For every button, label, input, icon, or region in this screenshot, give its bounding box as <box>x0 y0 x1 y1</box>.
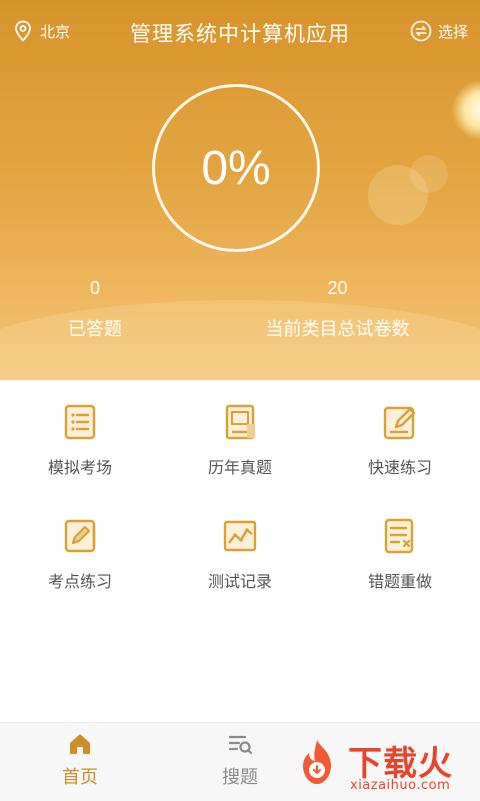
total-papers-label: 当前类目总试卷数 <box>265 319 410 340</box>
menu-item-label: 测试记录 <box>207 572 272 591</box>
edit-icon <box>383 406 416 440</box>
switch-icon <box>410 20 432 42</box>
chart-icon <box>223 520 257 552</box>
menu-item-label: 错题重做 <box>367 572 432 591</box>
watermark: 下载火 xiazaihuo.com <box>286 732 478 798</box>
list-doc-icon <box>64 404 96 440</box>
total-papers-stat: 20 当前类目总试卷数 <box>245 278 430 341</box>
menu-item-label: 历年真题 <box>207 458 272 477</box>
tab-search-questions[interactable]: 搜题 <box>180 731 300 789</box>
menu-item-label: 模拟考场 <box>47 458 112 477</box>
choose-label: 选择 <box>437 22 468 41</box>
bokeh-decoration <box>410 155 448 193</box>
menu-item-past-papers[interactable]: 历年真题 <box>160 380 320 490</box>
menu-item-key-point-practice[interactable]: 考点练习 <box>0 494 160 604</box>
menu-item-test-records[interactable]: 测试记录 <box>160 494 320 604</box>
search-list-icon <box>228 735 253 755</box>
top-bar: 北京 管理系统中计算机应用 选择 <box>0 0 480 64</box>
tab-label: 首页 <box>62 767 98 788</box>
wrong-doc-icon <box>384 518 414 554</box>
menu-item-mock-exam[interactable]: 模拟考场 <box>0 380 160 490</box>
tab-home[interactable]: 首页 <box>20 731 140 789</box>
progress-percent: 0% <box>201 141 271 195</box>
menu-item-label: 快速练习 <box>367 458 432 477</box>
home-icon <box>70 734 90 754</box>
book-icon <box>225 404 255 440</box>
notebook-pen-icon <box>64 519 96 553</box>
progress-ring: 0% <box>152 84 320 252</box>
answered-stat: 0 已答题 <box>40 278 150 341</box>
menu-item-redo-wrong[interactable]: 错题重做 <box>320 494 480 604</box>
choose-button[interactable]: 选择 <box>410 20 468 42</box>
flame-logo-icon <box>303 740 331 784</box>
page-title: 管理系统中计算机应用 <box>130 22 350 46</box>
sun-glow-decoration <box>452 80 480 140</box>
hero-banner: 北京 管理系统中计算机应用 选择 0% 0 已答题 20 当前类目总试卷数 <box>0 0 480 380</box>
answered-label: 已答题 <box>68 319 122 340</box>
menu-item-quick-practice[interactable]: 快速练习 <box>320 380 480 490</box>
answered-count: 0 <box>89 278 100 298</box>
menu-item-label: 考点练习 <box>47 572 112 591</box>
tab-label: 搜题 <box>222 767 258 788</box>
watermark-url: xiazaihuo.com <box>350 778 451 793</box>
total-papers-count: 20 <box>327 278 348 298</box>
feature-menu-grid: 模拟考场 历年真题 快速练习 考点练习 测试记录 错题重做 <box>0 380 480 720</box>
